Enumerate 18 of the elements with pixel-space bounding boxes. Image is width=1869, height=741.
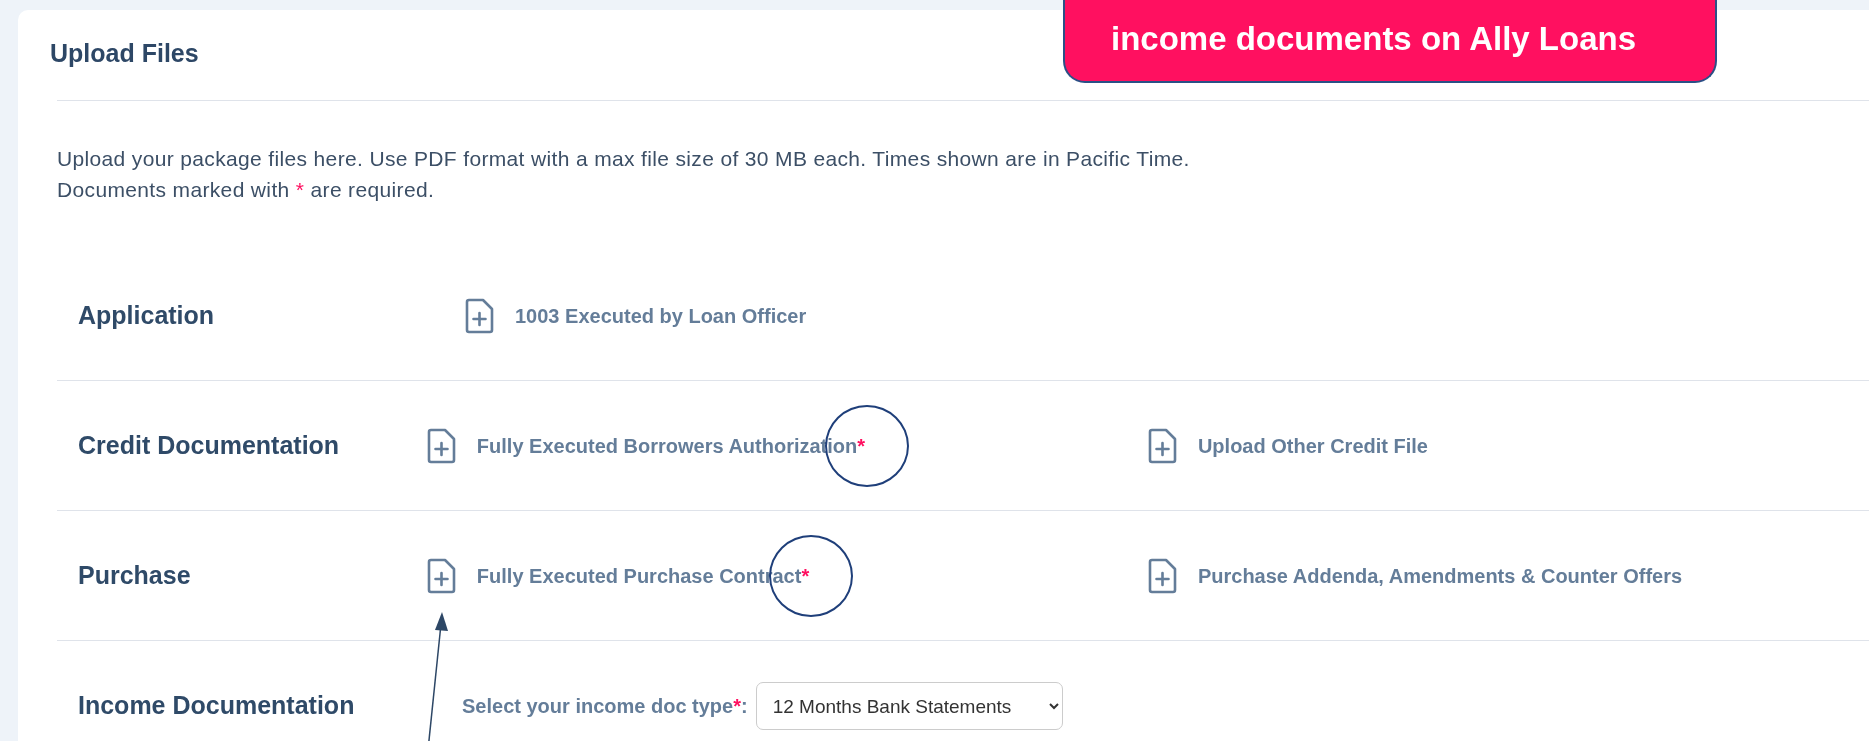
file-add-icon[interactable] [426, 557, 457, 594]
file-add-icon[interactable] [426, 427, 457, 464]
upload-link[interactable]: Purchase Addenda, Amendments & Counter Offers [1197, 564, 1683, 587]
callout-text: income documents on Ally Loans [1111, 19, 1637, 59]
section-label: Purchase [77, 559, 192, 591]
card-title: Upload Files [50, 38, 199, 68]
file-add-icon[interactable] [1147, 427, 1178, 464]
upload-link[interactable]: Upload Other Credit File [1197, 434, 1428, 457]
income-type-select[interactable]: 12 Months Bank Statements [755, 682, 1063, 730]
file-add-icon[interactable] [1147, 557, 1178, 594]
upload-link[interactable]: 1003 Executed by Loan Officer [515, 304, 807, 327]
select-label: Select your income doc type*: [462, 694, 748, 719]
section-label: Application [77, 299, 216, 331]
required-note: Documents marked with * are required. [57, 177, 436, 203]
file-add-icon[interactable] [465, 297, 495, 334]
section-label: Income Documentation [77, 690, 356, 722]
section-label: Credit Documentation [77, 429, 341, 461]
instructions-text: Upload your package files here. Use PDF format with a max file size of 30 MB each. Times shown are in Pacific Time. [57, 146, 1191, 172]
